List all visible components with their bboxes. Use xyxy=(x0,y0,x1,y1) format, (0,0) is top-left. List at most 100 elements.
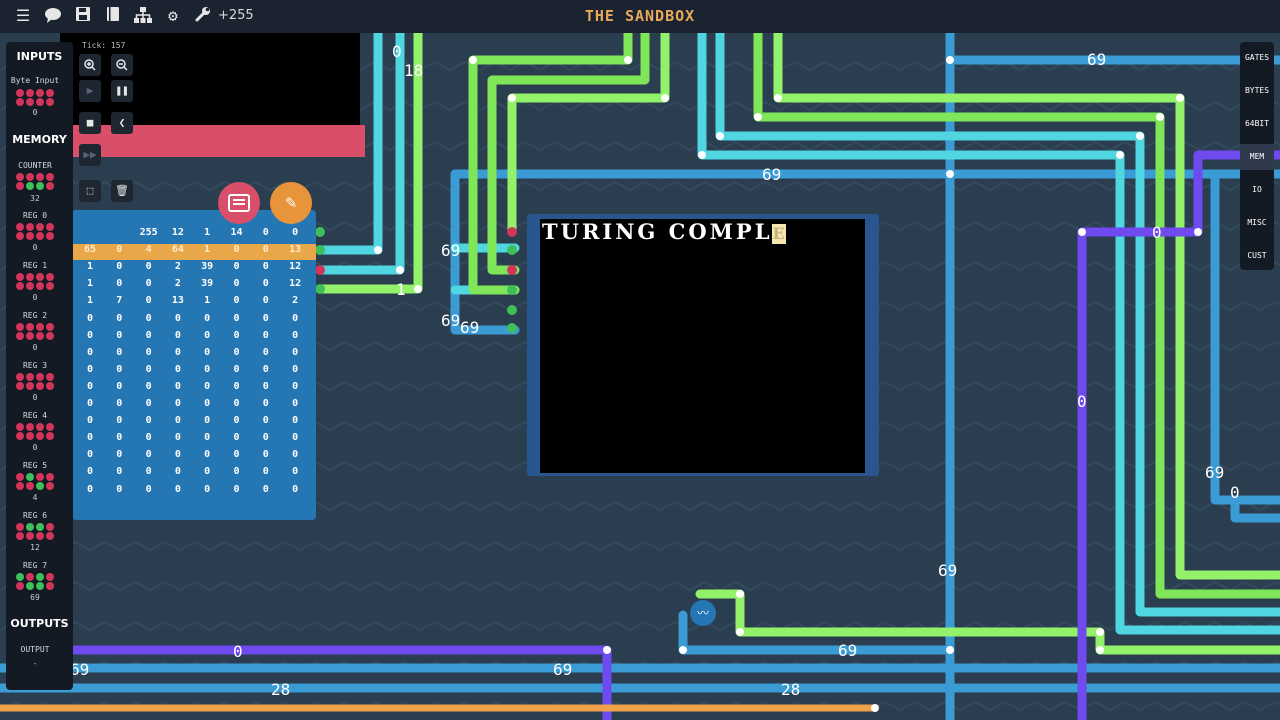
counter-component[interactable] xyxy=(16,173,54,190)
category-gates[interactable]: GATES xyxy=(1240,45,1274,71)
console-component[interactable]: TURING COMPLE xyxy=(527,214,879,476)
ram-cell: 255 xyxy=(139,227,158,238)
register-component[interactable] xyxy=(16,573,54,590)
category-bytes[interactable]: BYTES xyxy=(1240,78,1274,104)
zoom-in-button[interactable] xyxy=(79,54,101,76)
bit-indicator xyxy=(46,273,54,281)
register-component[interactable] xyxy=(16,273,54,290)
bit-indicator xyxy=(36,332,44,340)
bit-indicator xyxy=(46,232,54,240)
bit-indicator xyxy=(26,573,34,581)
ram-cell: 0 xyxy=(116,363,123,375)
ram-cell: 0 xyxy=(86,483,94,495)
ram-row: 0 0 0 0 0 0 0 0 xyxy=(72,347,316,363)
register-component[interactable] xyxy=(16,523,54,540)
wire-value: 69 xyxy=(441,311,461,330)
byte-input-component[interactable] xyxy=(16,89,54,106)
ram-row: 0 0 0 0 0 0 0 0 xyxy=(72,466,316,482)
wire-value: 69 xyxy=(838,641,858,660)
chevron-left-icon: ❮ xyxy=(118,116,126,129)
ram-cell: 0 xyxy=(262,415,269,427)
ram-cell: 0 xyxy=(233,380,240,392)
wire-value: 0 xyxy=(1230,483,1240,502)
ram-cell: 0 xyxy=(292,380,299,392)
collapse-button[interactable]: ❮ xyxy=(111,112,133,134)
bit-indicator xyxy=(16,482,24,490)
bit-indicator xyxy=(16,89,24,97)
ram-cell: 0 xyxy=(292,415,299,427)
ram-cell: 0 xyxy=(233,449,240,461)
ram-cell: 0 xyxy=(145,415,152,427)
ram-component[interactable]: 255 12 1 14 0 0 65 0 4 64 1 0 0 13 1 0 0 2 39 0 0 12 1 0 0 2 39 0 0 1… xyxy=(72,210,316,520)
ram-cell: 0 xyxy=(116,398,123,409)
wire-value: 69 xyxy=(1205,463,1225,482)
ram-cell: 1 xyxy=(204,295,211,307)
category-mem[interactable]: MEM xyxy=(1240,144,1274,170)
ram-cell: 0 xyxy=(174,363,181,375)
ram-cell: 12 xyxy=(171,227,184,238)
ram-cell: 0 xyxy=(204,312,211,324)
category-misc[interactable]: MISC xyxy=(1240,210,1274,236)
edit-component-button[interactable]: ✎ xyxy=(270,182,312,224)
bit-indicator xyxy=(16,182,24,190)
bit-indicator xyxy=(46,282,54,290)
select-button[interactable]: ⬚ xyxy=(79,180,101,202)
bit-indicator xyxy=(36,432,44,440)
zoom-out-button[interactable] xyxy=(111,54,133,76)
bit-indicator xyxy=(36,89,44,97)
ram-cell: 0 xyxy=(116,449,123,461)
pause-button[interactable]: ❚❚ xyxy=(111,80,133,102)
category-panel: GATES BYTES 64BIT MEM IO MISC CUST xyxy=(1240,42,1274,270)
register-component[interactable] xyxy=(16,373,54,390)
register-component[interactable] xyxy=(16,423,54,440)
bit-indicator xyxy=(36,282,44,290)
ram-row: 0 0 0 0 0 0 0 0 xyxy=(72,398,316,414)
category-io[interactable]: IO xyxy=(1240,177,1274,203)
ram-cell: 0 xyxy=(174,449,181,461)
delete-button[interactable]: 🗑 xyxy=(111,180,133,202)
bit-indicator xyxy=(26,173,34,181)
bit-indicator xyxy=(26,523,34,531)
bit-indicator xyxy=(46,473,54,481)
category-cust[interactable]: CUST xyxy=(1240,243,1274,269)
output-value: - xyxy=(32,659,38,668)
bit-indicator xyxy=(26,323,34,331)
ram-cell: 2 xyxy=(292,295,299,307)
ram-row: 0 0 0 0 0 0 0 0 xyxy=(72,381,316,397)
ram-cell: 0 xyxy=(145,398,152,409)
display-base xyxy=(60,125,365,157)
ram-cell: 0 xyxy=(145,295,152,307)
ram-cell: 64 xyxy=(171,244,184,256)
byte-input-value: 0 xyxy=(32,108,38,117)
ram-cell: 0 xyxy=(116,346,123,358)
bit-indicator xyxy=(36,182,44,190)
ram-cell: 1 xyxy=(86,278,94,290)
ram-cell: 2 xyxy=(174,261,181,273)
ram-cell: 0 xyxy=(145,312,152,324)
register-component[interactable] xyxy=(16,323,54,340)
ram-cell: 39 xyxy=(201,278,214,290)
register-component[interactable] xyxy=(16,223,54,240)
bit-indicator xyxy=(16,573,24,581)
console-text: TURING COMPLE xyxy=(542,219,787,244)
bit-indicator xyxy=(26,432,34,440)
ram-cell: 4 xyxy=(145,244,152,256)
register-label: REG 1 xyxy=(22,261,48,270)
probe-component[interactable]: 〰 xyxy=(690,600,716,626)
ram-cell: 0 xyxy=(116,432,123,444)
register-component[interactable] xyxy=(16,473,54,490)
ram-cell: 0 xyxy=(233,278,240,290)
category-64bit[interactable]: 64BIT xyxy=(1240,111,1274,137)
bit-indicator xyxy=(36,573,44,581)
ram-cell: 0 xyxy=(86,363,94,375)
wire-value: 1 xyxy=(396,280,406,299)
ram-cell: 0 xyxy=(233,466,240,478)
fast-forward-button[interactable]: ▶▶ xyxy=(79,144,101,166)
inputs-title: INPUTS xyxy=(16,50,63,63)
bit-indicator xyxy=(36,273,44,281)
bit-indicator xyxy=(16,532,24,540)
stop-button[interactable]: ■ xyxy=(79,112,101,134)
component-menu-button[interactable] xyxy=(218,182,260,224)
bit-indicator xyxy=(16,98,24,106)
step-button[interactable]: ▶ xyxy=(79,80,101,102)
